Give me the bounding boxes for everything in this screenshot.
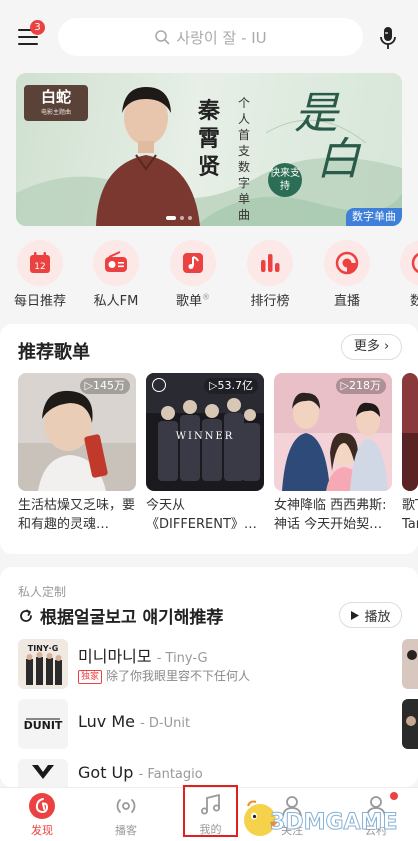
song-title: Luv Me bbox=[78, 712, 135, 731]
podcast-icon bbox=[116, 799, 136, 813]
song-cover bbox=[18, 759, 68, 787]
quick-links: 12 每日推荐 私人FM 歌单® 排行榜 直播 数 bbox=[0, 240, 418, 320]
song-title: Got Up bbox=[78, 763, 134, 782]
search-input[interactable]: 사랑이 잘 - IU bbox=[58, 18, 363, 56]
radio-icon bbox=[105, 251, 127, 272]
tab-label: 播客 bbox=[115, 824, 137, 837]
section-title: 推荐歌单 bbox=[18, 342, 90, 363]
playlist-card[interactable]: ▷145万 生活枯燥又乏味，要和有趣的灵魂… bbox=[18, 373, 136, 534]
svg-text:DUNIT: DUNIT bbox=[24, 719, 63, 732]
play-count: ▷218万 bbox=[335, 378, 386, 394]
calendar-icon: 12 bbox=[30, 252, 50, 273]
banner-title: 是 白 bbox=[294, 88, 360, 185]
song-subtitle: 除了你我眼里容不下任何人 bbox=[106, 669, 251, 683]
personal-recommendations-section: 私人定制 根据얼굴보고 얘기해推荐 播放 TINY·G 미니마니모 - Tiny… bbox=[0, 567, 418, 787]
next-column-peek bbox=[402, 639, 418, 689]
quick-link-live[interactable]: 直播 bbox=[312, 240, 382, 309]
quick-link-charts[interactable]: 排行榜 bbox=[235, 240, 305, 309]
playlist-cover: WINNER ▷53.7亿 bbox=[146, 373, 264, 491]
play-count: ▷53.7亿 bbox=[204, 378, 258, 394]
microphone-icon[interactable] bbox=[375, 24, 401, 52]
quick-link-daily[interactable]: 12 每日推荐 bbox=[5, 240, 75, 309]
exclusive-badge: 独家 bbox=[78, 670, 103, 684]
banner-tag: 数字单曲 bbox=[346, 208, 402, 226]
banner-singer-name: 秦霄贤 bbox=[198, 98, 221, 180]
playlist-icon bbox=[183, 253, 203, 273]
playlist-cover: ▷218万 bbox=[274, 373, 392, 491]
play-count: ▷145万 bbox=[79, 378, 130, 394]
svg-text:12: 12 bbox=[34, 262, 45, 272]
playlist-title: 生活枯燥又乏味，要和有趣的灵魂… bbox=[18, 498, 136, 532]
quick-link-label: 歌单 bbox=[175, 294, 202, 309]
banner-tagline: 个人首支数字单曲 bbox=[238, 96, 251, 222]
singer-photo bbox=[96, 87, 200, 226]
quick-link-label: 直播 bbox=[333, 294, 360, 309]
chart-icon bbox=[261, 254, 280, 272]
tab-mine[interactable]: 我的 bbox=[183, 785, 238, 837]
song-row[interactable]: DUNIT Luv Me - D-Unit bbox=[18, 699, 398, 749]
banner-stamp: 快来支持 bbox=[268, 163, 302, 197]
song-artist: - Tiny-G bbox=[156, 651, 208, 666]
section-title: 根据얼굴보고 얘기해推荐 bbox=[40, 608, 224, 628]
play-all-button[interactable]: 播放 bbox=[339, 602, 402, 628]
netease-logo-icon bbox=[29, 793, 55, 819]
quick-link-label: 数字 bbox=[409, 294, 418, 309]
svg-text:WINNER: WINNER bbox=[176, 431, 235, 442]
song-artist: - D-Unit bbox=[140, 716, 191, 731]
menu-button[interactable]: 3 bbox=[18, 20, 45, 46]
recommended-playlists-section: 推荐歌单 更多 › ▷145万 生活枯燥又乏味，要和有趣的灵魂… WINNER … bbox=[0, 324, 418, 554]
netease-logo-icon bbox=[152, 378, 166, 392]
banner-pager bbox=[166, 216, 192, 220]
quick-link-playlist[interactable]: 歌单® bbox=[158, 240, 228, 309]
playlist-card[interactable]: ▷218万 女神降临 西西弗斯:神话 今天开始契… bbox=[274, 373, 392, 534]
search-placeholder: 사랑이 잘 - IU bbox=[176, 28, 267, 47]
registered-mark: ® bbox=[202, 292, 210, 302]
playlist-title: 今天从《DIFFERENT》… bbox=[146, 498, 257, 532]
tab-podcast[interactable]: 播客 bbox=[84, 788, 168, 841]
quick-link-fm[interactable]: 私人FM bbox=[81, 240, 151, 309]
song-row[interactable]: TINY·G 미니마니모 - Tiny-G 独家 除了你我眼里容不下任何人 bbox=[18, 639, 398, 689]
section-eyebrow: 私人定制 bbox=[18, 585, 67, 599]
refresh-icon[interactable] bbox=[18, 608, 34, 624]
chevron-right-icon: › bbox=[383, 339, 390, 354]
tab-label: 我的 bbox=[199, 823, 222, 836]
playlist-title: 歌T Tar bbox=[402, 498, 418, 532]
top-bar: 3 사랑이 잘 - IU bbox=[0, 0, 418, 68]
tab-discover[interactable]: 发现 bbox=[0, 788, 84, 841]
quick-link-label: 每日推荐 bbox=[13, 294, 66, 309]
playlist-card[interactable]: WINNER ▷53.7亿 今天从《DIFFERENT》… bbox=[146, 373, 264, 534]
album-icon bbox=[411, 252, 418, 274]
next-column-peek bbox=[402, 699, 418, 749]
tab-label: 发现 bbox=[31, 824, 53, 837]
music-note-icon bbox=[200, 794, 220, 815]
playlist-cover: ▷145万 bbox=[18, 373, 136, 491]
song-title: 미니마니모 bbox=[78, 647, 152, 666]
quick-link-label: 排行榜 bbox=[250, 294, 290, 309]
song-artist: - Fantagio bbox=[138, 767, 203, 782]
playlist-card[interactable]: 歌T Tar bbox=[402, 373, 418, 534]
playlist-title: 女神降临 西西弗斯:神话 今天开始契… bbox=[274, 498, 387, 532]
song-cover: TINY·G bbox=[18, 639, 68, 689]
quick-link-label: 私人FM bbox=[93, 294, 139, 309]
svg-text:TINY·G: TINY·G bbox=[28, 644, 59, 653]
song-row[interactable]: Got Up - Fantagio bbox=[18, 759, 398, 787]
promo-banner[interactable]: 白蛇 电影主题曲 秦霄贤 个人首支数字单曲 是 白 快来支持 数字单曲 bbox=[16, 73, 402, 226]
playlist-cover bbox=[402, 373, 418, 491]
more-button[interactable]: 更多 › bbox=[341, 334, 402, 360]
watermark-text: 3DMGAME bbox=[269, 810, 398, 836]
notification-badge: 3 bbox=[30, 20, 45, 35]
live-icon bbox=[335, 251, 359, 275]
search-icon bbox=[155, 30, 170, 45]
quick-link-digital[interactable]: 数字 bbox=[388, 240, 418, 309]
play-icon bbox=[351, 610, 360, 620]
song-cover: DUNIT bbox=[18, 699, 68, 749]
